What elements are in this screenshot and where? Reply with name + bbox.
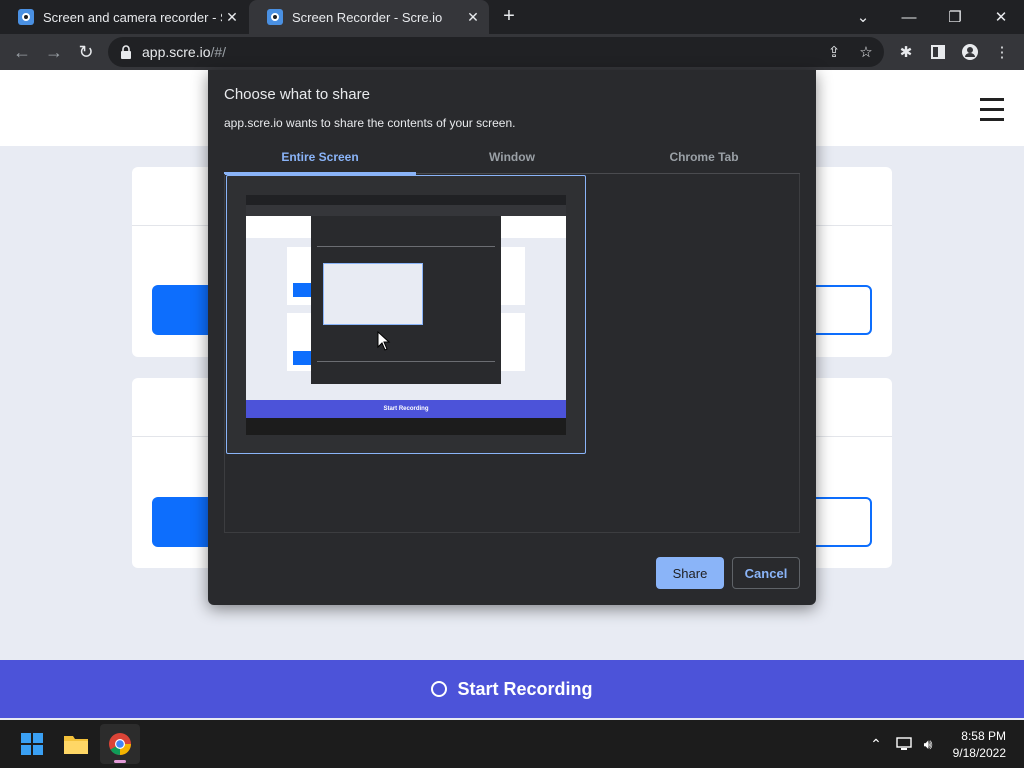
share-page-icon[interactable]: ⇪ — [824, 42, 844, 62]
chrome-app-icon[interactable] — [100, 724, 140, 764]
browser-tabstrip: Screen and camera recorder - Scre ✕ Scre… — [0, 0, 1024, 34]
share-screen-dialog: Choose what to share app.scre.io wants t… — [208, 70, 816, 605]
url-text: app.scre.io/#/ — [142, 44, 227, 60]
record-circle-icon — [431, 681, 448, 697]
browser-toolbar: ← → ↻ app.scre.io/#/ ⇪ ☆ ✱ ⋮ — [0, 34, 1024, 70]
dialog-title: Choose what to share — [224, 86, 370, 103]
start-recording-button[interactable]: Start Recording — [0, 660, 1024, 718]
minimize-icon[interactable]: — — [886, 0, 932, 34]
address-bar[interactable]: app.scre.io/#/ — [108, 37, 884, 67]
dialog-subtitle: app.scre.io wants to share the contents … — [224, 116, 516, 130]
forward-arrow-icon[interactable]: → — [40, 38, 68, 66]
network-icon[interactable] — [894, 734, 914, 754]
bookmark-star-icon[interactable]: ☆ — [856, 42, 876, 62]
close-tab-icon[interactable]: ✕ — [463, 9, 483, 26]
tab-title: Screen and camera recorder - Scre — [43, 9, 222, 25]
windows-start-icon[interactable] — [12, 724, 52, 764]
menu-kebab-icon[interactable]: ⋮ — [992, 42, 1012, 62]
window-close-icon[interactable]: ✕ — [978, 0, 1024, 34]
reload-icon[interactable]: ↻ — [72, 38, 100, 66]
clock-date: 9/18/2022 — [952, 746, 1006, 760]
start-recording-label: Start Recording — [457, 678, 593, 699]
mouse-cursor-icon — [377, 331, 391, 351]
close-tab-icon[interactable]: ✕ — [222, 9, 242, 26]
tab-title: Screen Recorder - Scre.io — [292, 9, 443, 25]
lock-icon — [120, 45, 134, 59]
share-button[interactable]: Share — [656, 557, 724, 589]
screen-record-favicon-icon — [18, 9, 34, 25]
share-source-tabs: Entire Screen Window Chrome Tab — [224, 148, 800, 175]
preview-start-recording-text: Start Recording — [246, 400, 566, 418]
screen-record-favicon-icon — [267, 9, 283, 25]
cancel-button[interactable]: Cancel — [732, 557, 800, 589]
browser-tab-screen-recorder[interactable]: Screen Recorder - Scre.io ✕ — [249, 0, 489, 34]
windows-taskbar: ⌃ 🔊︎ 8:58 PM 9/18/2022 — [0, 720, 1024, 768]
system-clock[interactable]: 8:58 PM 9/18/2022 — [953, 728, 1006, 762]
tab-entire-screen[interactable]: Entire Screen — [224, 148, 416, 175]
side-panel-icon[interactable] — [928, 42, 948, 62]
tab-chrome-tab[interactable]: Chrome Tab — [608, 148, 800, 173]
hamburger-menu-icon[interactable] — [980, 98, 1004, 121]
entire-screen-thumbnail[interactable]: Start Recording — [226, 175, 586, 454]
back-arrow-icon[interactable]: ← — [8, 38, 36, 66]
tab-search-chevron-icon[interactable]: ⌄ — [840, 0, 886, 34]
source-list-panel: Start Recording — [224, 174, 800, 533]
file-explorer-icon[interactable] — [56, 724, 96, 764]
browser-tab-recorder[interactable]: Screen and camera recorder - Scre ✕ — [0, 0, 248, 34]
profile-avatar-icon[interactable] — [960, 42, 980, 62]
restore-icon[interactable]: ❐ — [932, 0, 978, 34]
clock-time: 8:58 PM — [961, 729, 1006, 743]
screen-preview-image: Start Recording — [246, 195, 566, 435]
tab-window[interactable]: Window — [416, 148, 608, 173]
extensions-puzzle-icon[interactable]: ✱ — [896, 42, 916, 62]
tray-overflow-chevron-icon[interactable]: ⌃ — [866, 734, 886, 754]
volume-icon[interactable]: 🔊︎ — [918, 734, 938, 754]
new-tab-button[interactable]: + — [499, 6, 519, 26]
